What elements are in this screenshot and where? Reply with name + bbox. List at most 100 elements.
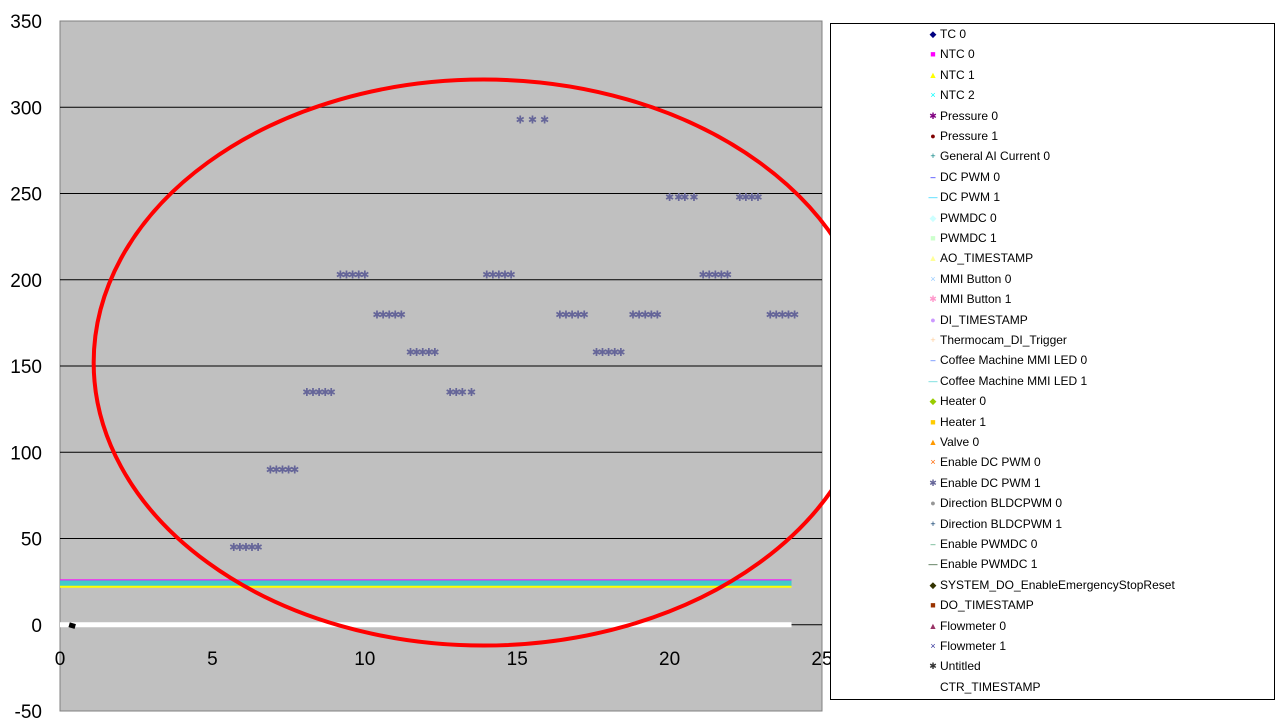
origin-marker (68, 622, 76, 629)
legend-label: DC PWM 1 (940, 190, 1000, 205)
legend-marker-icon: + (930, 151, 936, 162)
legend-label: DC PWM 0 (940, 169, 1000, 184)
x-tick-label: 15 (507, 649, 528, 670)
legend-label: DO_TIMESTAMP (940, 598, 1034, 613)
y-tick-labels: -50 0 50 100 150 200 250 300 350 (10, 12, 42, 723)
legend-item: — Enable PWMDC 1 (928, 554, 1038, 574)
legend-marker-icon: × (930, 90, 936, 101)
legend-item: ‒ Coffee Machine MMI LED 0 (928, 350, 1087, 370)
data-point: ✱ (653, 308, 662, 321)
legend-label: Untitled (940, 659, 981, 674)
legend-item: ◆ Heater 0 (928, 391, 987, 411)
legend-label: Valve 0 (940, 435, 980, 449)
legend-marker-icon: ■ (930, 233, 936, 243)
legend-marker-icon: ▲ (928, 253, 938, 264)
legend-label: Heater 0 (940, 394, 987, 409)
data-point: ✱ (753, 191, 762, 204)
legend-marker-icon: ◆ (929, 212, 937, 223)
legend-item: + Direction BLDCPWM 1 (928, 514, 1062, 534)
legend-item: ▲ Valve 0 (928, 432, 980, 452)
data-point: ✱ (467, 386, 476, 399)
legend-label: Pressure 0 (940, 108, 999, 123)
legend-marker-icon: + (930, 518, 936, 529)
x-tick-label: 20 (659, 649, 680, 670)
legend-marker-icon: + (930, 335, 936, 345)
legend-item: ‒ Enable PWMDC 0 (928, 534, 1037, 554)
legend-item: + General AI Current 0 (928, 146, 1050, 166)
y-tick-label: 350 (10, 12, 42, 33)
legend-label: MMI Button 1 (940, 292, 1012, 307)
data-point: ✱ (540, 113, 549, 126)
legend-marker-icon: ● (930, 131, 936, 141)
legend-marker-icon: ‒ (930, 355, 936, 366)
legend-marker-icon: ■ (930, 600, 936, 611)
legend-marker-icon: × (930, 641, 936, 651)
legend-item: ● DI_TIMESTAMP (928, 310, 1028, 330)
data-point: ✱ (360, 269, 369, 282)
y-tick-label: 50 (21, 530, 42, 551)
legend-item: × MMI Button 0 (928, 269, 1011, 289)
legend-label: Enable DC PWM 0 (940, 455, 1041, 470)
legend-item: ◆ TC 0 (928, 24, 966, 44)
legend-label: AO_TIMESTAMP (940, 251, 1034, 266)
legend-marker-icon: — (928, 559, 938, 570)
legend-label: NTC 2 (940, 88, 975, 103)
data-point: ✱ (680, 191, 689, 204)
x-tick-label: 5 (207, 649, 218, 670)
legend-item: ◆ SYSTEM_DO_EnableEmergencyStopReset (928, 575, 1175, 595)
data-point: ✱ (290, 464, 299, 477)
legend-item: ✱ Untitled (928, 656, 981, 676)
legend-item: ■ Heater 1 (928, 412, 986, 432)
y-tick-label: 300 (10, 98, 42, 119)
legend-label: PWMDC 1 (940, 231, 997, 245)
legend-item: ■ DO_TIMESTAMP (928, 595, 1034, 615)
legend-item: ■ NTC 0 (928, 44, 975, 64)
legend-marker-icon: ‒ (930, 539, 936, 549)
legend-marker-icon: ✱ (929, 661, 937, 672)
data-point: ✱ (790, 308, 799, 321)
legend-item: ✱ Pressure 0 (928, 106, 998, 126)
legend-item: ◆ PWMDC 0 (928, 208, 997, 228)
y-tick-label: 200 (10, 271, 42, 292)
legend-marker-icon: ◆ (929, 396, 937, 407)
data-point: ✱ (689, 191, 698, 204)
legend-marker-icon: ◆ (929, 29, 937, 39)
legend-marker-icon: ◆ (929, 579, 937, 590)
legend-marker-icon: ✱ (929, 294, 937, 305)
legend-label: NTC 0 (940, 47, 975, 62)
legend-marker-icon: × (930, 457, 936, 468)
legend-label: Heater 1 (940, 414, 987, 429)
legend-item: × Flowmeter 1 (928, 636, 1006, 656)
legend-label: Direction BLDCPWM 0 (940, 496, 1063, 511)
legend-label: NTC 1 (940, 67, 975, 82)
legend-label: DI_TIMESTAMP (940, 312, 1028, 327)
legend-item: ▲ AO_TIMESTAMP (928, 248, 1034, 268)
legend-item: × NTC 2 (928, 85, 975, 105)
data-point: ✱ (528, 113, 537, 126)
legend-marker-icon: ■ (930, 49, 936, 60)
legend-marker-icon: ▲ (928, 437, 938, 447)
legend-label: Flowmeter 1 (940, 639, 1007, 653)
data-point: ✱ (723, 269, 732, 282)
legend-marker-icon: — (928, 192, 938, 203)
data-point: ✱ (397, 308, 406, 321)
y-tick-label: -50 (15, 702, 42, 723)
legend-label: Coffee Machine MMI LED 0 (940, 353, 1088, 368)
legend-label: Enable PWMDC 0 (940, 537, 1038, 551)
y-tick-label: 0 (31, 616, 42, 637)
data-point: ✱ (665, 191, 674, 204)
data-point: ✱ (516, 113, 525, 126)
legend-item: × Enable DC PWM 0 (928, 452, 1041, 472)
legend-label: CTR_TIMESTAMP (940, 679, 1041, 694)
legend-item: ✱ Enable DC PWM 1 (928, 473, 1041, 493)
legend-marker-icon: ● (930, 498, 936, 509)
legend-label: Pressure 1 (940, 129, 999, 143)
legend-marker-icon: ✱ (929, 477, 937, 488)
legend-label: SYSTEM_DO_EnableEmergencyStopReset (940, 577, 1175, 592)
data-point: ✱ (616, 346, 625, 359)
legend-item: ‒ DC PWM 0 (928, 167, 1000, 187)
legend-label: General AI Current 0 (940, 149, 1051, 164)
legend-label: Enable DC PWM 1 (940, 475, 1041, 490)
legend-label: TC 0 (940, 27, 967, 41)
legend-label: Thermocam_DI_Trigger (940, 333, 1067, 347)
